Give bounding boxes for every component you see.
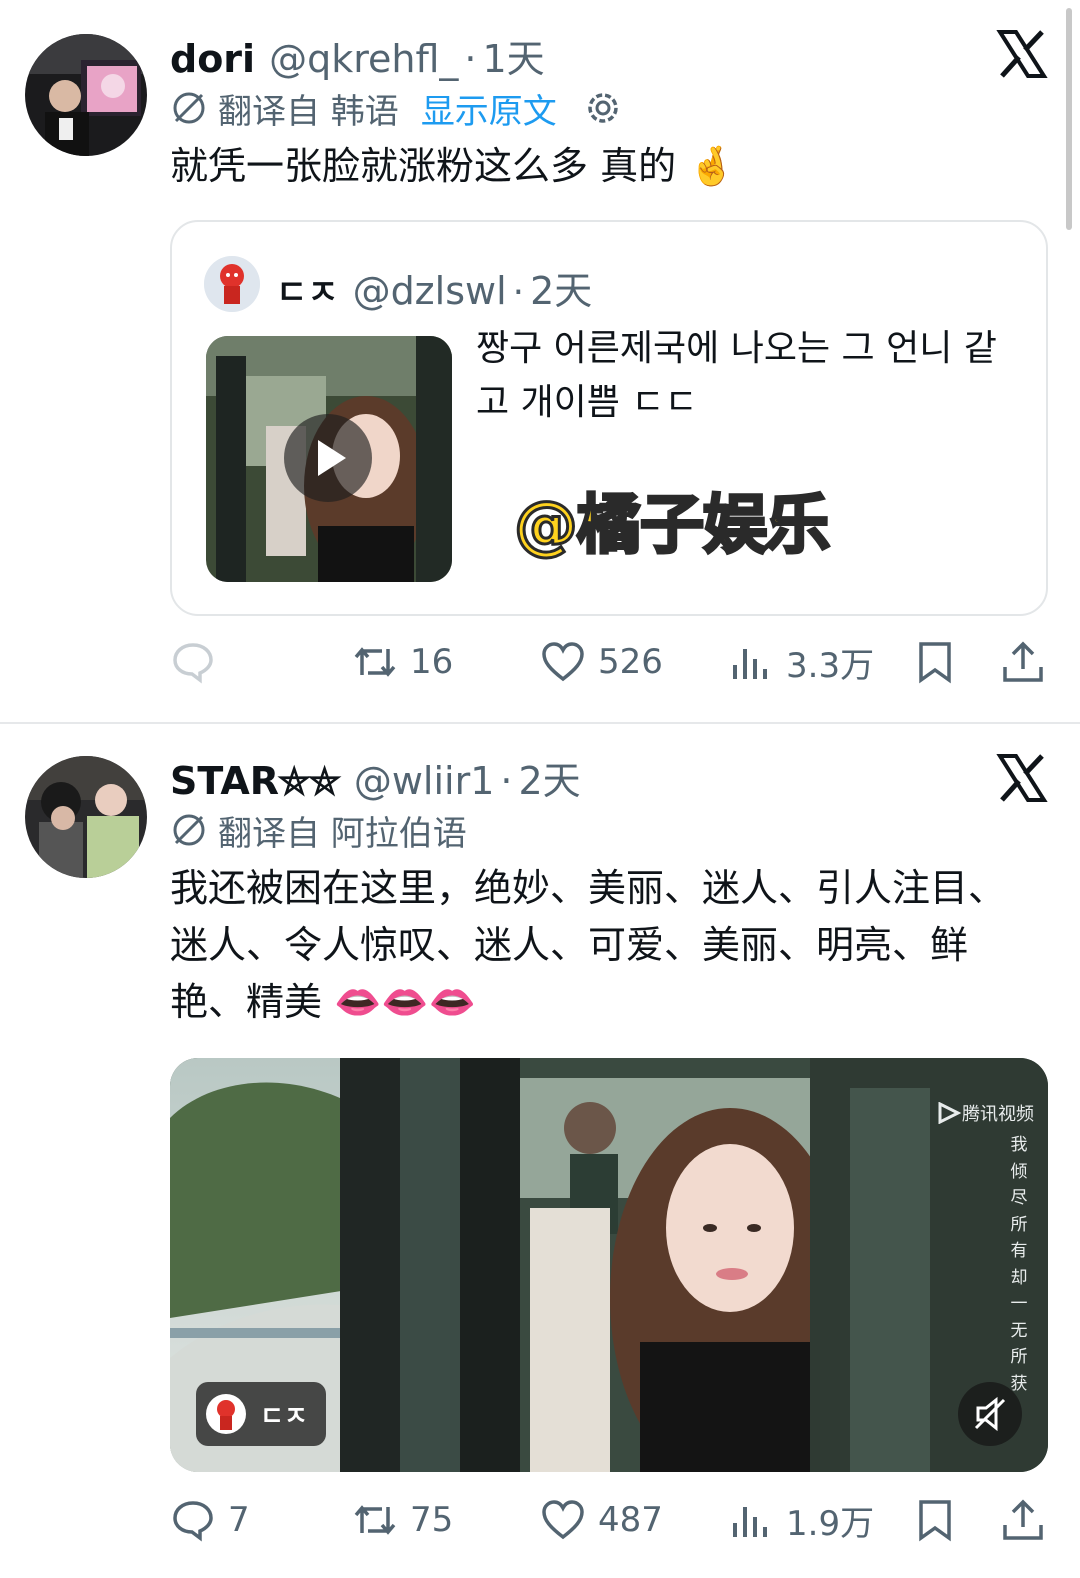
quote-video-thumbnail[interactable] — [206, 336, 452, 582]
tencent-video-icon — [938, 1102, 962, 1124]
x-logo-icon[interactable] — [996, 752, 1048, 804]
translate-label: 翻译自 韩语 — [218, 91, 399, 132]
tagged-user[interactable]: ㄷㅈ — [196, 1382, 326, 1446]
retweet-icon — [354, 647, 396, 677]
view-count: 1.9万 — [786, 1503, 875, 1544]
retweet-count: 16 — [410, 642, 454, 682]
tagged-user-name: ㄷㅈ — [260, 1401, 308, 1432]
like-count: 487 — [598, 1500, 663, 1540]
tv-logo: 腾讯视频 — [936, 1100, 1034, 1126]
lips-emoji: 👄👄👄 — [334, 980, 477, 1024]
separator: · — [512, 272, 525, 313]
tweet[interactable]: STAR⛤⛤ @wliir1 · 2天 翻译自 阿拉伯语 我还被困在这里，绝妙、… — [0, 724, 1080, 1578]
reply-icon — [173, 1501, 213, 1542]
quote-display-name[interactable]: ㄷㅈ — [276, 265, 339, 314]
retweet-icon — [354, 1505, 396, 1535]
timestamp[interactable]: 1天 — [483, 28, 545, 83]
quoted-tweet[interactable]: ㄷㅈ @dzlswl · 2天 짱구 어른제국에 나오는 그 언니 같고 개이쁨… — [170, 220, 1048, 616]
reply-button[interactable] — [170, 632, 228, 692]
quote-avatar[interactable] — [204, 256, 260, 312]
quote-header: ㄷㅈ @dzlswl · 2天 — [276, 260, 592, 315]
like-button[interactable]: 487 — [540, 1490, 663, 1550]
tv-logo-text: 腾讯视频 — [962, 1104, 1034, 1125]
share-button[interactable] — [1000, 632, 1046, 692]
reply-icon — [173, 643, 213, 684]
tweet-text-content: 我还被困在这里，绝妙、美丽、迷人、引人注目、迷人、令人惊叹、迷人、可爱、美丽、明… — [170, 866, 1007, 1024]
tweet[interactable]: dori @qkrehfl_ · 1天 翻译自 韩语 显示原文 就凭一张脸就涨粉… — [0, 0, 1080, 722]
watermark: @橘子娱乐 — [513, 488, 832, 565]
crossed-fingers-emoji: 🤞 — [688, 144, 736, 188]
mute-icon — [974, 1396, 1006, 1432]
x-logo-icon[interactable] — [996, 28, 1048, 80]
bookmark-icon — [919, 642, 951, 684]
tweet-text-content: 就凭一张脸就涨粉这么多 真的 — [170, 144, 677, 188]
translate-label: 翻译自 阿拉伯语 — [218, 813, 467, 854]
like-heart-icon — [542, 642, 584, 682]
bookmark-icon — [919, 1500, 951, 1542]
views-button[interactable]: 3.3万 — [728, 632, 874, 692]
handle[interactable]: @qkrehfl_ — [269, 37, 458, 81]
retweet-button[interactable]: 16 — [352, 632, 453, 692]
views-chart-icon — [733, 1507, 767, 1537]
display-name[interactable]: STAR⛤⛤ — [170, 759, 340, 804]
settings-gear-icon[interactable] — [583, 88, 623, 128]
reply-button[interactable]: 7 — [170, 1490, 250, 1550]
quote-handle[interactable]: @dzlswl — [353, 269, 507, 313]
translate-globe-icon — [173, 814, 205, 846]
bookmark-button[interactable] — [912, 632, 958, 692]
separator: · — [500, 759, 513, 803]
share-icon — [1003, 641, 1043, 682]
views-button[interactable]: 1.9万 — [728, 1490, 874, 1550]
tagged-user-avatar — [206, 1394, 246, 1434]
translate-globe-icon — [173, 92, 205, 124]
quote-text: 짱구 어른제국에 나오는 그 언니 같고 개이쁨 ㄷㄷ — [476, 328, 997, 423]
tweet-text: 我还被困在这里，绝妙、美丽、迷人、引人注目、迷人、令人惊叹、迷人、可爱、美丽、明… — [170, 860, 1010, 1031]
translation-bar: 翻译自 阿拉伯语 — [170, 808, 467, 854]
share-icon — [1003, 1499, 1043, 1540]
separator: · — [464, 37, 477, 81]
bookmark-button[interactable] — [912, 1490, 958, 1550]
tweet-text: 就凭一张脸就涨粉这么多 真的 🤞 — [170, 138, 1010, 195]
avatar[interactable] — [25, 34, 147, 156]
retweet-count: 75 — [410, 1500, 454, 1540]
tweet-video[interactable]: 腾讯视频 我倾尽所有却一无所获 ㄷㅈ — [170, 1058, 1048, 1472]
share-button[interactable] — [1000, 1490, 1046, 1550]
retweet-button[interactable]: 75 — [352, 1490, 453, 1550]
reply-count: 7 — [228, 1500, 250, 1540]
view-count: 3.3万 — [786, 645, 875, 686]
timestamp[interactable]: 2天 — [518, 750, 580, 805]
action-bar: 16 526 3.3万 — [0, 632, 1080, 692]
display-name[interactable]: dori — [170, 37, 255, 81]
video-subtitle: 我倾尽所有却一无所获 — [1010, 1135, 1028, 1394]
like-heart-icon — [542, 1500, 584, 1540]
action-bar: 7 75 487 1.9万 — [0, 1490, 1080, 1550]
play-button[interactable] — [284, 414, 372, 502]
like-button[interactable]: 526 — [540, 632, 663, 692]
translation-bar: 翻译自 韩语 显示原文 — [170, 84, 623, 133]
tweet-header: dori @qkrehfl_ · 1天 — [170, 28, 545, 81]
mute-button[interactable] — [958, 1382, 1022, 1446]
handle[interactable]: @wliir1 — [354, 759, 495, 803]
like-count: 526 — [598, 642, 663, 682]
quote-timestamp[interactable]: 2天 — [530, 260, 592, 315]
views-chart-icon — [733, 649, 767, 679]
show-original-link[interactable]: 显示原文 — [421, 84, 557, 133]
tweet-header: STAR⛤⛤ @wliir1 · 2天 — [170, 750, 581, 803]
play-icon — [318, 440, 346, 476]
avatar[interactable] — [25, 756, 147, 878]
